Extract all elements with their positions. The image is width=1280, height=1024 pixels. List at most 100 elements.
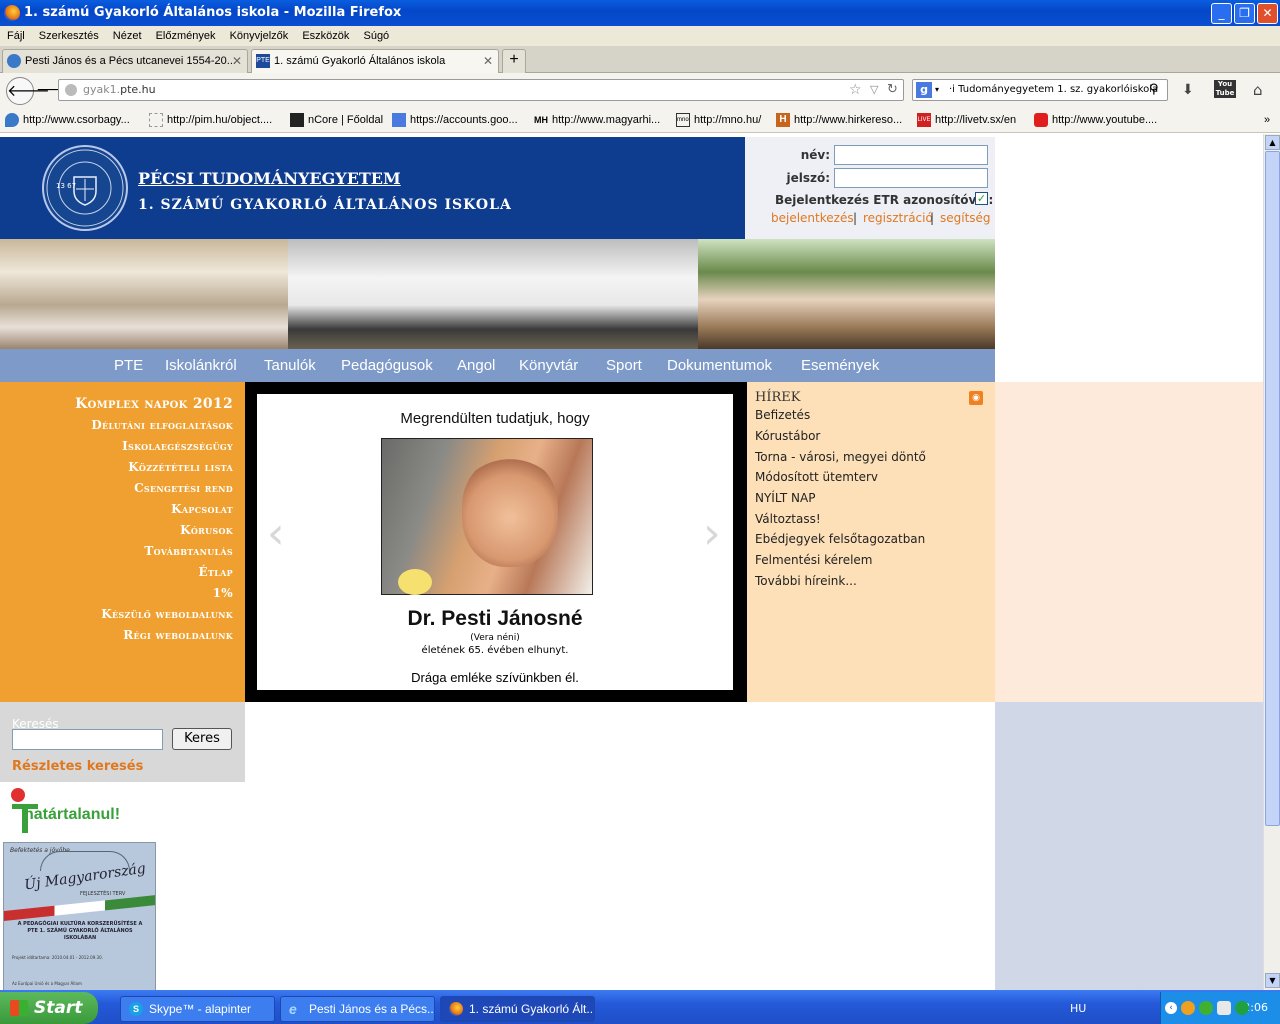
username-input[interactable] — [834, 145, 988, 165]
menu-korusok[interactable]: Kórusok — [180, 523, 233, 537]
menu-delutani[interactable]: Délutáni elfoglaltások — [91, 418, 233, 432]
bookmark-star-icon[interactable]: ☆ — [849, 80, 862, 100]
rss-icon[interactable]: ◉ — [969, 391, 983, 405]
menu-regi-weboldal[interactable]: Régi weboldalunk — [123, 628, 233, 642]
menu-kapcsolat[interactable]: Kapcsolat — [171, 502, 233, 516]
tray-app-icon[interactable] — [1181, 1001, 1195, 1015]
scroll-down-arrow-icon[interactable]: ▼ — [1265, 973, 1280, 988]
scrollbar-thumb[interactable] — [1265, 151, 1280, 826]
bookmark-youtube[interactable]: http://www.youtube.... — [1032, 107, 1157, 132]
close-button[interactable]: ✕ — [1257, 3, 1278, 24]
taskbar-firefox[interactable]: 1. számú Gyakorló Ált... — [440, 996, 595, 1022]
nav-konyvtar[interactable]: Könyvtár — [519, 349, 578, 382]
taskbar-skype[interactable]: S Skype™ - alapinter — [120, 996, 275, 1022]
site-search-button[interactable]: Keres — [172, 728, 232, 750]
bookmark-magyarhirlap[interactable]: MH http://www.magyarhi... — [532, 107, 660, 132]
nav-iskolankrol[interactable]: Iskolánkról — [165, 349, 237, 382]
register-link[interactable]: regisztráció — [863, 211, 933, 225]
news-item[interactable]: Torna - városi, megyei döntő — [755, 450, 926, 464]
menu-komplex-napok[interactable]: Komplex napok 2012 — [75, 396, 233, 412]
google-icon[interactable]: g — [916, 82, 932, 98]
etr-checkbox[interactable]: ✓ — [975, 192, 988, 205]
hatartalanul-text: határtalanul! — [24, 806, 121, 823]
nav-sport[interactable]: Sport — [606, 349, 642, 382]
slider-prev-icon[interactable]: ‹ — [267, 512, 285, 556]
minimize-button[interactable]: _ — [1211, 3, 1232, 24]
history-dropdown-icon[interactable]: ▽ — [870, 80, 878, 100]
news-item[interactable]: Módosított ütemterv — [755, 470, 878, 484]
menu-iskolaegeszsegugy[interactable]: Iskolaegészségügy — [122, 439, 233, 453]
university-seal-logo[interactable]: 13 67 — [42, 145, 128, 231]
scroll-up-arrow-icon[interactable]: ▲ — [1265, 135, 1280, 150]
bookmark-csorbagy[interactable]: http://www.csorbagy... — [3, 107, 130, 132]
search-engine-dropdown-icon[interactable]: ▾ — [935, 80, 939, 100]
hatartalanul-banner[interactable]: határtalanul! — [8, 786, 153, 836]
search-bar[interactable]: g ▾ ·i Tudományegyetem 1. sz. gyakorlóis… — [912, 79, 1168, 101]
menu-keszulo-weboldal[interactable]: Készülő weboldalunk — [101, 607, 233, 621]
close-tab-icon[interactable]: ✕ — [483, 50, 493, 72]
url-bar[interactable]: gyak1.pte.hu ☆ ▽ ↻ — [58, 79, 904, 101]
new-tab-button[interactable]: + — [502, 49, 526, 73]
tab-gyakorlo[interactable]: PTE 1. számú Gyakorló Általános iskola ✕ — [251, 49, 499, 73]
tray-status-icon[interactable] — [1199, 1001, 1213, 1015]
menu-tools[interactable]: Eszközök — [302, 30, 349, 42]
tray-utorrent-icon[interactable] — [1235, 1001, 1249, 1015]
bookmark-hirkereso[interactable]: Hhttp://www.hirkereso... — [774, 107, 902, 132]
menu-file[interactable]: Fájl — [7, 30, 25, 42]
help-link[interactable]: segítség — [940, 211, 991, 225]
site-identity-icon[interactable] — [65, 84, 77, 96]
tab-pesti-janos[interactable]: Pesti János és a Pécs utcanevei 1554-20.… — [2, 49, 248, 73]
close-tab-icon[interactable]: ✕ — [232, 50, 242, 72]
search-icon[interactable]: ⚲ — [1149, 80, 1159, 100]
password-input[interactable] — [834, 168, 988, 188]
nav-pte[interactable]: PTE — [114, 349, 143, 382]
menu-edit[interactable]: Szerkesztés — [39, 30, 99, 42]
maximize-button[interactable]: ❐ — [1234, 3, 1255, 24]
news-item[interactable]: Felmentési kérelem — [755, 553, 873, 567]
nav-tanulok[interactable]: Tanulók — [264, 349, 316, 382]
tray-network-icon[interactable] — [1217, 1001, 1231, 1015]
menu-csengetesi-rend[interactable]: Csengetési rend — [134, 481, 233, 495]
menu-bookmarks[interactable]: Könyvjelzők — [230, 30, 289, 42]
menu-etlap[interactable]: Étlap — [199, 565, 233, 579]
start-button[interactable]: Start — [0, 992, 98, 1024]
bookmark-google-accounts[interactable]: https://accounts.goo... — [390, 107, 518, 132]
bookmark-pim[interactable]: http://pim.hu/object.... — [147, 107, 272, 132]
bookmark-livetv[interactable]: LIVE http://livetv.sx/en — [915, 107, 1016, 132]
news-item[interactable]: Kórustábor — [755, 429, 820, 443]
menu-1-szazalek[interactable]: 1% — [213, 586, 233, 600]
forward-button[interactable]: 🡒 — [36, 82, 74, 98]
reload-icon[interactable]: ↻ — [887, 80, 898, 100]
download-icon[interactable]: ⬇ — [1182, 82, 1194, 98]
advanced-search-link[interactable]: Részletes keresés — [12, 759, 143, 774]
nav-angol[interactable]: Angol — [457, 349, 495, 382]
slider-next-icon[interactable]: › — [703, 512, 721, 556]
news-item[interactable]: NYÍLT NAP — [755, 491, 815, 505]
news-item[interactable]: Befizetés — [755, 408, 810, 422]
menu-history[interactable]: Előzmények — [156, 30, 216, 42]
nav-dokumentumok[interactable]: Dokumentumok — [667, 349, 772, 382]
tray-expand-icon[interactable]: ‹ — [1165, 1002, 1177, 1014]
news-more-link[interactable]: További híreink... — [755, 574, 857, 588]
menu-kozzeteteli-lista[interactable]: Közzétételi lista — [128, 460, 233, 474]
university-name[interactable]: PÉCSI TUDOMÁNYEGYETEM — [138, 169, 401, 188]
bookmark-ncore[interactable]: nCore | Főoldal — [288, 107, 383, 132]
youtube-icon[interactable]: You Tube — [1214, 80, 1236, 98]
vertical-scrollbar[interactable]: ▲ ▼ — [1263, 134, 1280, 990]
news-item[interactable]: Ebédjegyek felsőtagozatban — [755, 532, 925, 546]
news-item[interactable]: Változtass! — [755, 512, 821, 526]
site-search-input[interactable] — [12, 729, 163, 750]
taskbar-ie[interactable]: e Pesti János és a Pécs... — [280, 996, 435, 1022]
back-button[interactable]: 🡐 — [6, 77, 50, 105]
home-icon[interactable]: ⌂ — [1253, 81, 1263, 99]
bookmarks-overflow-icon[interactable]: » — [1264, 107, 1270, 132]
login-link[interactable]: bejelentkezés — [771, 211, 854, 225]
language-indicator[interactable]: HU — [1070, 1002, 1086, 1015]
menu-tovabbtanulas[interactable]: Továbbtanulás — [144, 544, 233, 558]
menu-help[interactable]: Súgó — [363, 30, 389, 42]
menu-view[interactable]: Nézet — [113, 30, 142, 42]
bookmark-mno[interactable]: mno http://mno.hu/ — [674, 107, 761, 132]
uj-magyarorszag-banner[interactable]: Befektetés a jövőbe Új Magyarország FEJL… — [3, 842, 156, 990]
nav-pedagogusok[interactable]: Pedagógusok — [341, 349, 433, 382]
nav-esemenyek[interactable]: Események — [801, 349, 879, 382]
